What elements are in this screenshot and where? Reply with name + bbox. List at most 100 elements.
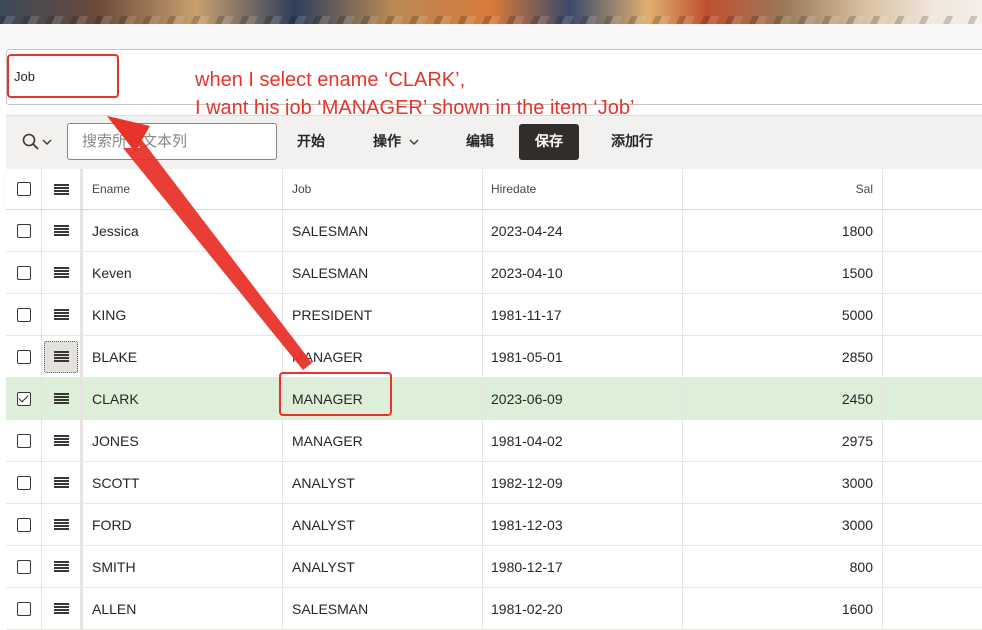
cell-job[interactable]: ANALYST [283, 504, 483, 545]
cell-job[interactable]: ANALYST [283, 546, 483, 587]
row-actions-cell [42, 420, 83, 461]
actions-menu-button[interactable]: 操作 [373, 124, 419, 160]
search-input[interactable]: 搜索所有文本列 [67, 123, 277, 160]
cell-sal[interactable]: 800 [683, 546, 883, 587]
hamburger-icon [53, 561, 69, 572]
row-actions-cell [42, 210, 83, 251]
row-select-cell [6, 294, 42, 335]
cell-ename[interactable]: SMITH [83, 546, 283, 587]
row-actions-button[interactable] [53, 309, 69, 320]
table-row[interactable]: FORD ANALYST 1981-12-03 3000 [6, 504, 982, 546]
row-select-cell [6, 588, 42, 629]
table-row[interactable]: SCOTT ANALYST 1982-12-09 3000 [6, 462, 982, 504]
row-actions-button[interactable] [53, 477, 69, 488]
row-actions-cell [42, 588, 83, 629]
table-row[interactable]: ALLEN SALESMAN 1981-02-20 1600 [6, 588, 982, 630]
cell-ename[interactable]: KING [83, 294, 283, 335]
table-row[interactable]: KING PRESIDENT 1981-11-17 5000 [6, 294, 982, 336]
cell-job[interactable]: ANALYST [283, 462, 483, 503]
cell-job[interactable]: PRESIDENT [283, 294, 483, 335]
go-button[interactable]: 开始 [297, 124, 325, 160]
row-checkbox[interactable] [16, 349, 31, 364]
cell-hiredate[interactable]: 1982-12-09 [483, 462, 683, 503]
row-select-cell [6, 252, 42, 293]
column-header-hiredate[interactable]: Hiredate [483, 169, 683, 209]
header-band [0, 24, 982, 50]
hamburger-icon [53, 603, 69, 614]
cell-sal[interactable]: 1500 [683, 252, 883, 293]
cell-job[interactable]: MANAGER [283, 336, 483, 377]
cell-ename[interactable]: SCOTT [83, 462, 283, 503]
cell-sal[interactable]: 5000 [683, 294, 883, 335]
table-row[interactable]: BLAKE MANAGER 1981-05-01 2850 [6, 336, 982, 378]
column-header-ename[interactable]: Ename [83, 169, 283, 209]
cell-ename[interactable]: CLARK [83, 378, 283, 419]
cell-sal[interactable]: 3000 [683, 462, 883, 503]
cell-sal[interactable]: 2450 [683, 378, 883, 419]
cell-ename[interactable]: JONES [83, 420, 283, 461]
hamburger-icon[interactable] [53, 183, 69, 195]
column-header-sal[interactable]: Sal [683, 169, 883, 209]
save-button[interactable]: 保存 [519, 124, 579, 160]
cell-ename[interactable]: FORD [83, 504, 283, 545]
cell-job[interactable]: MANAGER [283, 378, 483, 419]
cell-hiredate[interactable]: 1981-05-01 [483, 336, 683, 377]
row-checkbox[interactable] [16, 601, 31, 616]
cell-hiredate[interactable]: 1981-04-02 [483, 420, 683, 461]
cell-hiredate[interactable]: 1981-12-03 [483, 504, 683, 545]
row-actions-button[interactable] [53, 603, 69, 614]
row-select-cell [6, 420, 42, 461]
cell-filler [883, 588, 982, 629]
row-checkbox[interactable] [16, 223, 31, 238]
cell-hiredate[interactable]: 1980-12-17 [483, 546, 683, 587]
select-all-checkbox[interactable] [16, 182, 31, 196]
cell-hiredate[interactable]: 2023-04-10 [483, 252, 683, 293]
cell-sal[interactable]: 3000 [683, 504, 883, 545]
cell-filler [883, 546, 982, 587]
table-row[interactable]: CLARK MANAGER 2023-06-09 2450 [6, 378, 982, 420]
add-row-button[interactable]: 添加行 [611, 124, 653, 160]
row-actions-cell [42, 336, 83, 377]
table-row[interactable]: SMITH ANALYST 1980-12-17 800 [6, 546, 982, 588]
cell-hiredate[interactable]: 2023-04-24 [483, 210, 683, 251]
cell-job[interactable]: SALESMAN [283, 252, 483, 293]
row-checkbox[interactable] [16, 433, 31, 448]
cell-hiredate[interactable]: 1981-02-20 [483, 588, 683, 629]
table-row[interactable]: Keven SALESMAN 2023-04-10 1500 [6, 252, 982, 294]
cell-ename[interactable]: Keven [83, 252, 283, 293]
column-header-job[interactable]: Job [283, 169, 483, 209]
row-checkbox[interactable] [16, 265, 31, 280]
cell-hiredate[interactable]: 2023-06-09 [483, 378, 683, 419]
cell-ename[interactable]: BLAKE [83, 336, 283, 377]
cell-job[interactable]: SALESMAN [283, 588, 483, 629]
row-checkbox[interactable] [16, 559, 31, 574]
row-actions-button[interactable] [44, 340, 78, 373]
cell-ename[interactable]: Jessica [83, 210, 283, 251]
cell-job[interactable]: SALESMAN [283, 210, 483, 251]
cell-sal[interactable]: 1800 [683, 210, 883, 251]
cell-sal[interactable]: 2975 [683, 420, 883, 461]
row-actions-cell [42, 252, 83, 293]
search-column-menu[interactable] [22, 131, 58, 153]
row-actions-button[interactable] [53, 519, 69, 530]
row-actions-button[interactable] [53, 393, 69, 404]
cell-hiredate[interactable]: 1981-11-17 [483, 294, 683, 335]
row-checkbox[interactable] [16, 307, 31, 322]
cell-sal[interactable]: 1600 [683, 588, 883, 629]
row-actions-button[interactable] [53, 435, 69, 446]
row-actions-button[interactable] [53, 267, 69, 278]
table-row[interactable]: Jessica SALESMAN 2023-04-24 1800 [6, 210, 982, 252]
cell-sal[interactable]: 2850 [683, 336, 883, 377]
edit-button[interactable]: 编辑 [466, 124, 494, 160]
row-checkbox[interactable] [16, 391, 31, 406]
row-select-cell [6, 546, 42, 587]
hamburger-icon [53, 225, 69, 236]
row-checkbox[interactable] [16, 475, 31, 490]
table-row[interactable]: JONES MANAGER 1981-04-02 2975 [6, 420, 982, 462]
row-actions-button[interactable] [53, 561, 69, 572]
cell-job[interactable]: MANAGER [283, 420, 483, 461]
row-actions-button[interactable] [53, 225, 69, 236]
cell-ename[interactable]: ALLEN [83, 588, 283, 629]
row-checkbox[interactable] [16, 517, 31, 532]
grid-body: Jessica SALESMAN 2023-04-24 1800 Keven SALESM… [6, 210, 982, 630]
